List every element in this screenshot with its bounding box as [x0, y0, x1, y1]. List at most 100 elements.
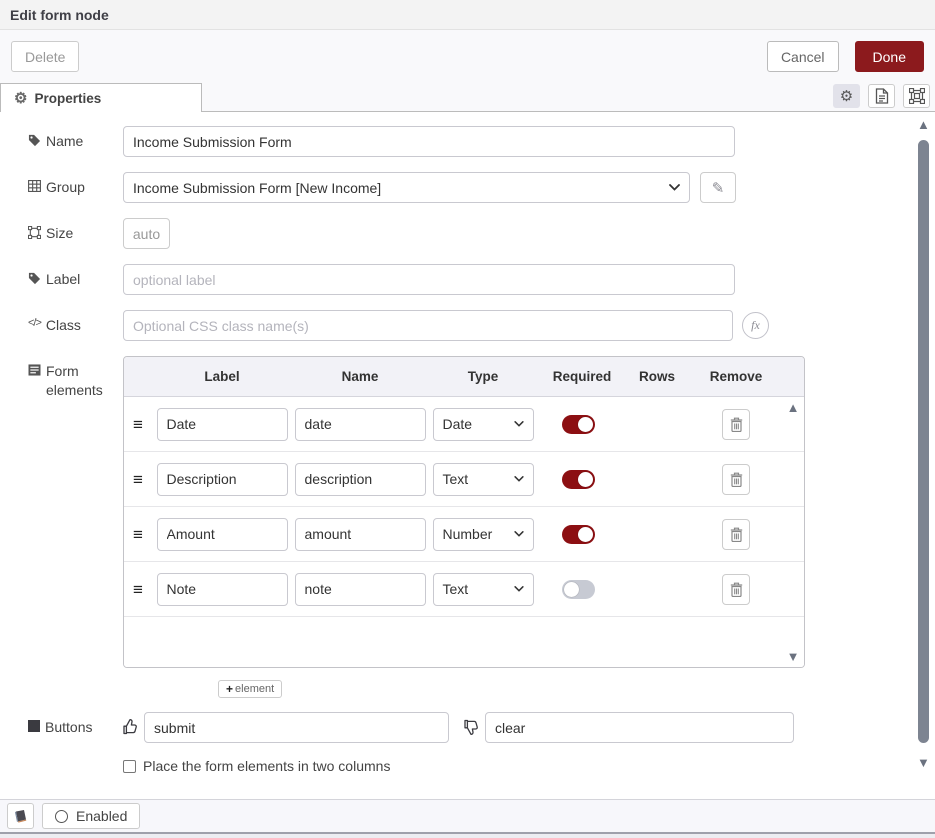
drag-handle-icon[interactable]: ≡: [124, 416, 152, 433]
edit-form-node-dialog: Edit form node Delete Cancel Done ⚙ Prop…: [0, 0, 935, 838]
element-name-input[interactable]: [295, 463, 426, 496]
chevron-down-icon: [514, 421, 524, 427]
trash-icon: [730, 582, 743, 597]
done-button[interactable]: Done: [855, 41, 924, 72]
fx-icon: fx: [751, 318, 760, 333]
label-label: Label: [28, 264, 123, 289]
tab-properties-label: Properties: [34, 91, 101, 106]
book-icon: [13, 809, 28, 824]
size-auto-button[interactable]: auto: [123, 218, 170, 249]
size-label: Size: [28, 218, 123, 243]
table-body: ≡ Date: [124, 397, 804, 667]
submit-button-input[interactable]: [144, 712, 449, 743]
table-header: Label Name Type Required Rows Remove: [124, 357, 804, 397]
chevron-down-icon: [514, 586, 524, 592]
remove-row-button[interactable]: [722, 464, 750, 495]
two-columns-checkbox[interactable]: [123, 760, 136, 773]
table-scrollbar[interactable]: ▲ ▼: [784, 401, 802, 663]
form-elements-table: Label Name Type Required Rows Remove ≡: [123, 356, 805, 668]
add-element-button[interactable]: + element: [218, 680, 282, 698]
group-select[interactable]: Income Submission Form [New Income]: [123, 172, 690, 203]
table-row: ≡ Text: [124, 452, 804, 507]
element-type-select[interactable]: Number: [433, 518, 534, 551]
drag-handle-icon[interactable]: ≡: [124, 526, 152, 543]
tab-bar: ⚙ Properties ⚙: [0, 83, 935, 112]
gear-icon: ⚙: [14, 91, 27, 106]
element-label-input[interactable]: [157, 408, 288, 441]
scroll-down-icon[interactable]: ▼: [787, 650, 800, 663]
column-header-required: Required: [538, 369, 626, 384]
column-header-rows: Rows: [626, 369, 688, 384]
tab-toolbar: ⚙: [833, 84, 935, 111]
code-icon: </>: [28, 316, 41, 331]
element-label-input[interactable]: [157, 573, 288, 606]
appearance-toolbar-button[interactable]: [903, 84, 930, 108]
properties-panel: Name Group Income Submission Form [New I…: [0, 112, 935, 799]
element-type-select[interactable]: Text: [433, 573, 534, 606]
required-toggle[interactable]: [562, 525, 595, 544]
column-header-type: Type: [428, 369, 538, 384]
group-edit-button[interactable]: ✎: [700, 172, 736, 203]
remove-row-button[interactable]: [722, 519, 750, 550]
enabled-toggle-button[interactable]: Enabled: [42, 803, 140, 829]
element-name-input[interactable]: [295, 518, 426, 551]
element-type-select[interactable]: Text: [433, 463, 534, 496]
properties-toolbar-button[interactable]: ⚙: [833, 84, 860, 108]
form-elements-label: Form elements: [28, 356, 123, 400]
tab-properties[interactable]: ⚙ Properties: [0, 83, 202, 112]
drag-handle-icon[interactable]: ≡: [124, 471, 152, 488]
scroll-up-icon[interactable]: ▲: [917, 118, 930, 131]
remove-row-button[interactable]: [722, 409, 750, 440]
drag-handle-icon[interactable]: ≡: [124, 581, 152, 598]
scroll-up-icon[interactable]: ▲: [787, 401, 800, 414]
remove-row-button[interactable]: [722, 574, 750, 605]
thumbs-up-icon: [123, 719, 138, 735]
node-help-button[interactable]: [7, 803, 34, 829]
scroll-down-icon[interactable]: ▼: [917, 756, 930, 769]
enabled-circle-icon: [55, 810, 68, 823]
delete-button[interactable]: Delete: [11, 41, 79, 72]
name-label: Name: [28, 126, 123, 151]
chevron-down-icon: [669, 184, 680, 191]
group-label: Group: [28, 172, 123, 197]
element-label-input[interactable]: [157, 518, 288, 551]
required-toggle[interactable]: [562, 580, 595, 599]
clear-button-input[interactable]: [485, 712, 794, 743]
dialog-title: Edit form node: [10, 7, 109, 23]
group-select-value: Income Submission Form [New Income]: [133, 180, 381, 196]
description-toolbar-button[interactable]: [868, 84, 895, 108]
fx-expand-button[interactable]: fx: [742, 312, 769, 339]
tag-icon: [28, 272, 41, 285]
pencil-icon: ✎: [712, 179, 725, 197]
scrollbar-thumb[interactable]: [918, 140, 929, 743]
class-label: </> Class: [28, 310, 123, 335]
cancel-button[interactable]: Cancel: [767, 41, 839, 72]
table-row: ≡ Date: [124, 397, 804, 452]
required-toggle[interactable]: [562, 470, 595, 489]
two-columns-checkbox-label: Place the form elements in two columns: [143, 758, 390, 774]
element-label-input[interactable]: [157, 463, 288, 496]
element-name-input[interactable]: [295, 408, 426, 441]
gear-icon: ⚙: [840, 89, 853, 104]
name-input[interactable]: [123, 126, 735, 157]
label-input[interactable]: [123, 264, 735, 295]
required-toggle[interactable]: [562, 415, 595, 434]
element-name-input[interactable]: [295, 573, 426, 606]
element-type-select[interactable]: Date: [433, 408, 534, 441]
bounding-box-icon: [28, 226, 41, 239]
panel-scrollbar[interactable]: ▲ ▼: [915, 118, 933, 791]
dialog-footer: Enabled: [0, 799, 935, 832]
document-icon: [875, 88, 889, 104]
enabled-label: Enabled: [76, 808, 127, 824]
table-row: ≡ Text: [124, 562, 804, 617]
table-icon: [28, 180, 41, 192]
column-header-remove: Remove: [688, 369, 784, 384]
node-appearance-icon: [909, 88, 925, 104]
dialog-actionbar: Delete Cancel Done: [0, 30, 935, 83]
column-header-label: Label: [152, 369, 292, 384]
class-input[interactable]: [123, 310, 733, 341]
chevron-down-icon: [514, 476, 524, 482]
chevron-down-icon: [514, 531, 524, 537]
trash-icon: [730, 417, 743, 432]
list-icon: [28, 364, 41, 376]
